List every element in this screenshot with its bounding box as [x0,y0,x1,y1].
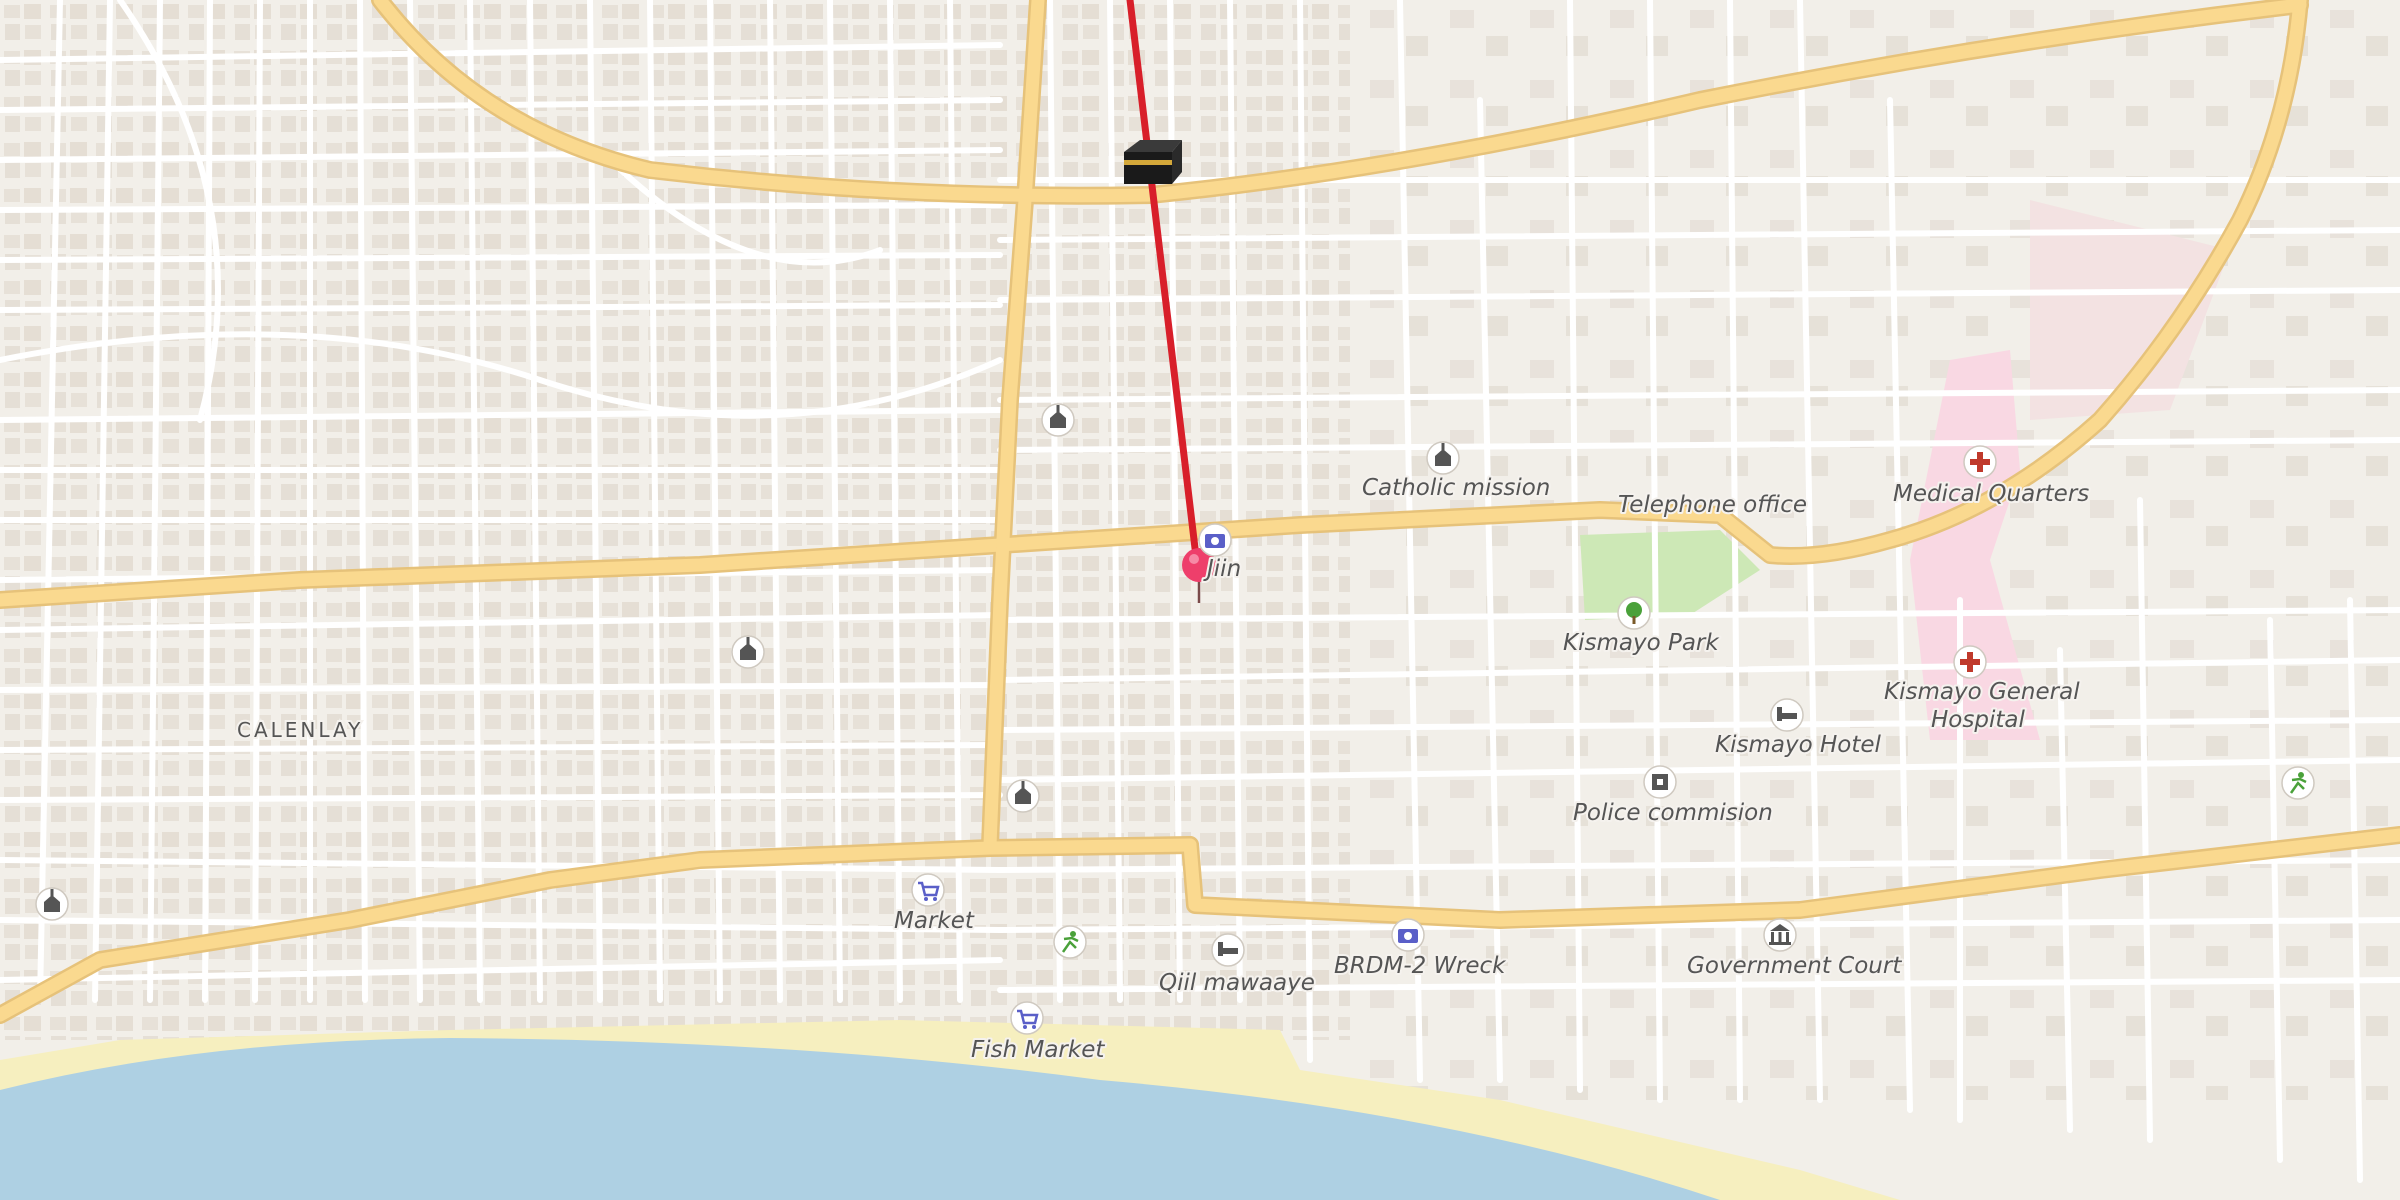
poi-label-fish-market[interactable]: Fish Market [969,1035,1107,1065]
sport-icon[interactable] [2281,766,2315,800]
cart-icon[interactable] [1010,1001,1044,1035]
poi-label-medical-quarters[interactable]: Medical Quarters [1891,479,2091,509]
hospital-icon[interactable] [1963,445,1997,479]
tree-icon[interactable] [1617,596,1651,630]
poi-label-market[interactable]: Market [892,906,977,936]
camera-icon[interactable] [1198,523,1232,557]
poi-label-catholic-mission[interactable]: Catholic mission [1360,473,1552,503]
poi-label-kismayo-park[interactable]: Kismayo Park [1561,628,1722,658]
church-icon[interactable] [1041,403,1075,437]
church-icon[interactable] [1006,779,1040,813]
poi-label-kismayo-hotel[interactable]: Kismayo Hotel [1713,730,1883,760]
bed-icon[interactable] [1770,698,1804,732]
poi-label-jiin[interactable]: Jiin [1201,554,1243,584]
hospital-icon[interactable] [1953,645,1987,679]
kaaba-icon[interactable] [1124,140,1182,184]
poi-label-telephone-office[interactable]: Telephone office [1616,490,1809,520]
bed-icon[interactable] [1211,933,1245,967]
police-icon[interactable] [1643,765,1677,799]
poi-label-kismayo-general-hospital-line2[interactable]: Hospital [1929,705,2027,735]
poi-label-government-court[interactable]: Government Court [1685,951,1904,981]
church-icon[interactable] [35,887,69,921]
church-icon[interactable] [1426,441,1460,475]
poi-label-police-commision[interactable]: Police commision [1571,798,1775,828]
poi-label-qiil-mawaaye[interactable]: Qiil mawaaye [1157,968,1317,998]
map-canvas[interactable]: CALENLAY Catholic mission Telephone offi… [0,0,2400,1200]
sport-icon[interactable] [1053,925,1087,959]
cart-icon[interactable] [911,873,945,907]
courthouse-icon[interactable] [1763,918,1797,952]
camera-icon[interactable] [1391,918,1425,952]
church-icon[interactable] [731,635,765,669]
poi-label-brdm-2-wreck[interactable]: BRDM-2 Wreck [1332,951,1509,981]
area-label-calenlay: CALENLAY [237,718,363,742]
poi-label-kismayo-general-hospital-line1[interactable]: Kismayo General [1882,677,2082,707]
